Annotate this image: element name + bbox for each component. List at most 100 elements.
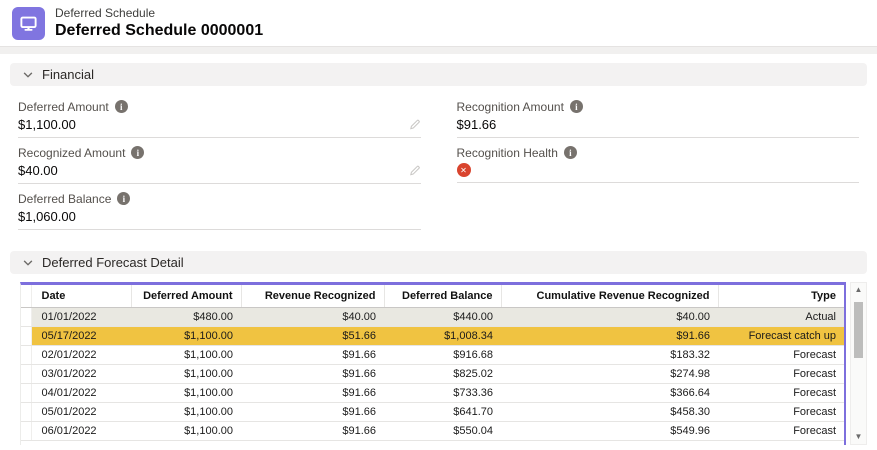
table-row[interactable]: 02/01/2022$1,100.00$91.66$916.68$183.32F… xyxy=(21,345,844,364)
info-icon[interactable]: i xyxy=(570,100,583,113)
field-label: Deferred Balance xyxy=(18,192,111,206)
scroll-down-button[interactable]: ▼ xyxy=(855,433,863,441)
table-cell: 05/01/2022 xyxy=(31,402,131,421)
table-cell: $458.30 xyxy=(501,402,718,421)
field-recognized-amount: Recognized Amount i $40.00 xyxy=(18,138,421,184)
forecast-table-region: Date Deferred Amount Revenue Recognized … xyxy=(20,282,867,445)
row-gutter xyxy=(21,326,31,345)
table-cell: $91.66 xyxy=(241,345,384,364)
field-value: $91.66 xyxy=(457,117,497,132)
scroll-up-button[interactable]: ▲ xyxy=(855,286,863,294)
object-label: Deferred Schedule xyxy=(55,6,263,21)
table-cell: $40.00 xyxy=(501,307,718,326)
section-financial-toggle[interactable]: Financial xyxy=(10,63,867,86)
table-row[interactable]: 05/01/2022$1,100.00$91.66$641.70$458.30F… xyxy=(21,402,844,421)
column-header-revenue-recognized[interactable]: Revenue Recognized xyxy=(241,285,384,307)
table-cell: $1,100.00 xyxy=(131,345,241,364)
field-label: Recognition Amount xyxy=(457,100,564,114)
table-cell: 05/17/2022 xyxy=(31,326,131,345)
table-cell: 02/01/2022 xyxy=(31,345,131,364)
record-header: Deferred Schedule Deferred Schedule 0000… xyxy=(0,0,877,46)
section-forecast-toggle[interactable]: Deferred Forecast Detail xyxy=(10,251,867,274)
info-icon[interactable]: i xyxy=(564,146,577,159)
table-cell: $480.00 xyxy=(131,307,241,326)
table-cell: $440.00 xyxy=(384,307,501,326)
field-recognition-health: Recognition Health i ✕ xyxy=(457,138,860,183)
field-deferred-amount: Deferred Amount i $1,100.00 xyxy=(18,92,421,138)
table-cell: $91.66 xyxy=(241,421,384,440)
table-cell: $183.32 xyxy=(501,345,718,364)
table-header-row: Date Deferred Amount Revenue Recognized … xyxy=(21,285,844,307)
row-gutter xyxy=(21,383,31,402)
edit-pencil-icon[interactable] xyxy=(408,118,421,131)
forecast-grid: Date Deferred Amount Revenue Recognized … xyxy=(20,282,846,445)
table-cell: $91.66 xyxy=(241,402,384,421)
table-scrollbar[interactable]: ▲ ▼ xyxy=(850,282,867,445)
table-cell: Forecast xyxy=(718,345,844,364)
row-gutter xyxy=(21,364,31,383)
chevron-down-icon[interactable] xyxy=(22,257,34,269)
chevron-down-icon[interactable] xyxy=(22,69,34,81)
page-title: Deferred Schedule 0000001 xyxy=(55,21,263,41)
table-cell: Actual xyxy=(718,307,844,326)
table-cell: $1,100.00 xyxy=(131,421,241,440)
table-cell: 04/01/2022 xyxy=(31,383,131,402)
table-cell: $1,100.00 xyxy=(131,383,241,402)
row-gutter xyxy=(21,421,31,440)
table-cell: $549.96 xyxy=(501,421,718,440)
row-gutter xyxy=(21,402,31,421)
column-header-deferred-amount[interactable]: Deferred Amount xyxy=(131,285,241,307)
column-header-type[interactable]: Type xyxy=(718,285,844,307)
table-cell: $825.02 xyxy=(384,364,501,383)
info-icon[interactable]: i xyxy=(117,192,130,205)
edit-pencil-icon[interactable] xyxy=(408,164,421,177)
column-header-deferred-balance[interactable]: Deferred Balance xyxy=(384,285,501,307)
field-recognition-amount: Recognition Amount i $91.66 xyxy=(457,92,860,138)
info-icon[interactable]: i xyxy=(115,100,128,113)
table-cell: $91.66 xyxy=(241,383,384,402)
deferred-schedule-object-icon xyxy=(12,7,45,40)
table-cell: $550.04 xyxy=(384,421,501,440)
table-cell: Forecast xyxy=(718,421,844,440)
field-deferred-balance: Deferred Balance i $1,060.00 xyxy=(18,184,421,230)
table-cell: 01/01/2022 xyxy=(31,307,131,326)
table-row[interactable]: 06/01/2022$1,100.00$91.66$550.04$549.96F… xyxy=(21,421,844,440)
table-cell: $1,008.34 xyxy=(384,326,501,345)
field-value: $40.00 xyxy=(18,163,58,178)
financial-fields: Deferred Amount i $1,100.00 Recognized A… xyxy=(0,86,877,242)
table-row[interactable]: 04/01/2022$1,100.00$91.66$733.36$366.64F… xyxy=(21,383,844,402)
table-cell: $916.68 xyxy=(384,345,501,364)
table-cell: $1,100.00 xyxy=(131,364,241,383)
field-label: Recognition Health xyxy=(457,146,558,160)
field-label: Deferred Amount xyxy=(18,100,109,114)
table-cell: Forecast xyxy=(718,402,844,421)
field-value: $1,060.00 xyxy=(18,209,76,224)
header-gutter xyxy=(21,285,31,307)
column-header-cumulative-revenue-recognized[interactable]: Cumulative Revenue Recognized xyxy=(501,285,718,307)
section-title: Deferred Forecast Detail xyxy=(42,255,184,270)
table-cell: Forecast xyxy=(718,383,844,402)
section-title: Financial xyxy=(42,67,94,82)
table-cell: $641.70 xyxy=(384,402,501,421)
table-row[interactable]: 05/17/2022$1,100.00$51.66$1,008.34$91.66… xyxy=(21,326,844,345)
table-cell: 03/01/2022 xyxy=(31,364,131,383)
scrollbar-thumb[interactable] xyxy=(854,302,863,358)
column-header-date[interactable]: Date xyxy=(31,285,131,307)
table-cell: $91.66 xyxy=(241,364,384,383)
forecast-table: Date Deferred Amount Revenue Recognized … xyxy=(21,285,844,441)
table-cell: $91.66 xyxy=(501,326,718,345)
error-status-icon: ✕ xyxy=(457,163,471,177)
scrollbar-track[interactable] xyxy=(851,294,866,433)
table-row[interactable]: 01/01/2022$480.00$40.00$440.00$40.00Actu… xyxy=(21,307,844,326)
table-cell: $1,100.00 xyxy=(131,326,241,345)
table-cell: $366.64 xyxy=(501,383,718,402)
forecast-table-body: 01/01/2022$480.00$40.00$440.00$40.00Actu… xyxy=(21,307,844,440)
table-row[interactable]: 03/01/2022$1,100.00$91.66$825.02$274.98F… xyxy=(21,364,844,383)
table-cell: $51.66 xyxy=(241,326,384,345)
info-icon[interactable]: i xyxy=(131,146,144,159)
header-divider xyxy=(0,46,877,54)
table-cell: $733.36 xyxy=(384,383,501,402)
table-cell: 06/01/2022 xyxy=(31,421,131,440)
table-cell: $1,100.00 xyxy=(131,402,241,421)
table-cell: Forecast xyxy=(718,364,844,383)
